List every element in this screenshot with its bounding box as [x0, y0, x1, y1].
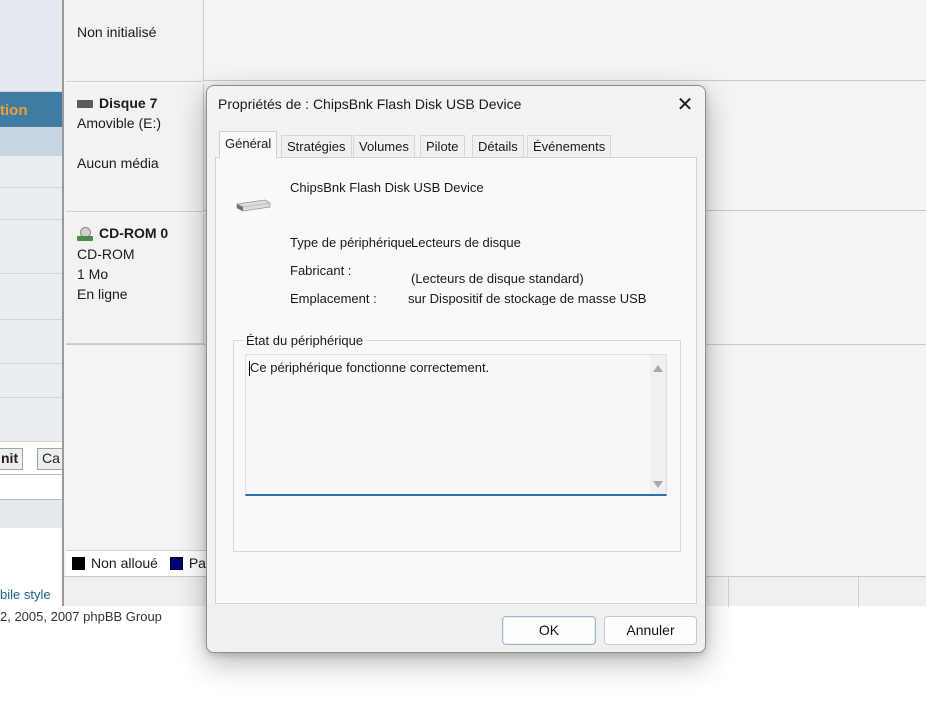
bg-row: [0, 398, 64, 442]
bg-row: [0, 220, 64, 274]
disk7-type: Amovible (E:): [77, 115, 162, 131]
disk-status: Non initialisé: [77, 24, 157, 40]
bg-submit-button[interactable]: nit: [0, 448, 24, 470]
bg-row: [0, 0, 64, 92]
tab-evenements[interactable]: Événements: [527, 135, 612, 157]
status-separator: [728, 577, 729, 607]
properties-dialog: Propriétés de : ChipsBnk Flash Disk USB …: [206, 85, 706, 653]
cdrom0-type: CD-ROM: [77, 246, 135, 262]
device-status-text: Ce périphérique fonctionne correctement.: [248, 360, 490, 376]
dialog-title: Propriétés de : ChipsBnk Flash Disk USB …: [218, 96, 522, 112]
scrollbar[interactable]: [650, 355, 666, 494]
device-status-label: État du périphérique: [243, 333, 367, 348]
disk-panel-disk7[interactable]: Disque 7 Amovible (E:) Aucun média: [66, 84, 204, 212]
bg-table-header: tion: [0, 92, 64, 128]
bg-row: [0, 274, 64, 320]
cdrom-icon: [77, 227, 93, 242]
divider: [204, 80, 926, 81]
tab-details[interactable]: Détails: [472, 135, 524, 157]
manufacturer-label: Fabricant :: [290, 263, 352, 278]
cdrom0-title: CD-ROM 0: [99, 225, 169, 241]
manufacturer-value: (Lecteurs de disque standard): [411, 271, 584, 286]
tab-strategies[interactable]: Stratégies: [281, 135, 352, 157]
disk7-title: Disque 7: [99, 95, 158, 111]
drive-icon: [77, 100, 93, 109]
scroll-down-icon[interactable]: [653, 481, 663, 488]
bg-row: [0, 188, 64, 220]
cdrom0-status: En ligne: [77, 286, 128, 302]
cdrom0-size: 1 Mo: [77, 266, 109, 282]
bg-table-subheader: [0, 128, 64, 156]
tab-pilote[interactable]: Pilote: [420, 135, 465, 157]
usb-drive-icon: [236, 199, 271, 212]
legend: Non alloué Pa: [66, 550, 216, 576]
close-icon[interactable]: ✕: [669, 92, 701, 118]
bg-row: [0, 500, 64, 528]
legend-label-unallocated: Non alloué: [91, 555, 158, 571]
legend-label-partition: Pa: [188, 555, 206, 571]
bg-input-field[interactable]: [0, 474, 64, 500]
bg-row: [0, 156, 64, 188]
scroll-up-icon[interactable]: [653, 365, 663, 372]
disk7-media: Aucun média: [77, 155, 159, 171]
device-name: ChipsBnk Flash Disk USB Device: [290, 180, 484, 195]
tab-general[interactable]: Général: [219, 131, 278, 158]
bg-copyright: 2, 2005, 2007 phpBB Group: [0, 609, 162, 624]
bg-row: [0, 364, 64, 398]
device-type-label: Type de périphérique: [290, 235, 413, 250]
status-separator: [858, 577, 859, 607]
dialog-footer: OK Annuler: [207, 604, 705, 652]
disk-panel-cdrom0[interactable]: CD-ROM 0 CD-ROM 1 Mo En ligne: [66, 214, 204, 344]
ok-button[interactable]: OK: [502, 616, 596, 645]
device-status-textbox[interactable]: Ce périphérique fonctionne correctement.: [245, 354, 667, 496]
disk-panel-previous[interactable]: Non initialisé: [66, 0, 204, 82]
device-type-value: Lecteurs de disque: [411, 235, 521, 250]
tab-volumes[interactable]: Volumes: [353, 135, 415, 157]
background-page: tion nit: [0, 0, 64, 712]
bg-row: [0, 320, 64, 364]
location-value: sur Dispositif de stockage de masse USB: [408, 291, 647, 305]
location-label: Emplacement :: [290, 291, 377, 306]
bg-cancel-button[interactable]: Ca: [37, 448, 65, 470]
cancel-button[interactable]: Annuler: [604, 616, 697, 645]
legend-swatch-partition: [169, 557, 183, 570]
bg-mobile-style-link[interactable]: bile style: [0, 587, 51, 602]
legend-swatch-unallocated: [72, 557, 85, 570]
